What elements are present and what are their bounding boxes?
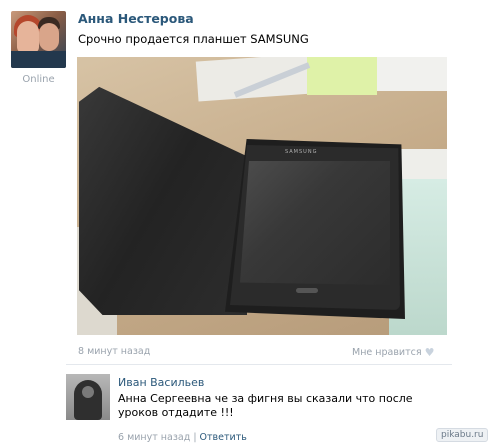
- comment-meta: 6 минут назад | Ответить: [118, 432, 247, 443]
- post-timestamp[interactable]: 8 минут назад: [78, 346, 150, 357]
- author-avatar[interactable]: [11, 11, 66, 68]
- comment-meta-separator: |: [193, 432, 197, 443]
- post-photo[interactable]: SAMSUNG: [77, 57, 447, 335]
- post-author-name[interactable]: Анна Нестерова: [78, 11, 194, 26]
- online-status: Online: [22, 74, 55, 85]
- like-label: Мне нравится: [352, 347, 422, 358]
- comments-divider: [66, 364, 452, 365]
- reply-link[interactable]: Ответить: [200, 432, 247, 443]
- tablet-brand-logo: SAMSUNG: [285, 149, 318, 155]
- like-button[interactable]: Мне нравится ♥: [352, 346, 434, 359]
- commenter-avatar[interactable]: [66, 374, 110, 420]
- wall-post: Online Анна Нестерова Срочно продается п…: [0, 0, 488, 447]
- comment-timestamp[interactable]: 6 минут назад: [118, 432, 190, 443]
- post-text: Срочно продается планшет SAMSUNG: [78, 32, 309, 46]
- site-watermark: pikabu.ru: [436, 428, 488, 442]
- comment-author-name[interactable]: Иван Васильев: [118, 376, 204, 389]
- comment-text: Анна Сергеевна че за фигня вы сказали чт…: [118, 392, 413, 419]
- heart-icon: ♥: [424, 346, 435, 359]
